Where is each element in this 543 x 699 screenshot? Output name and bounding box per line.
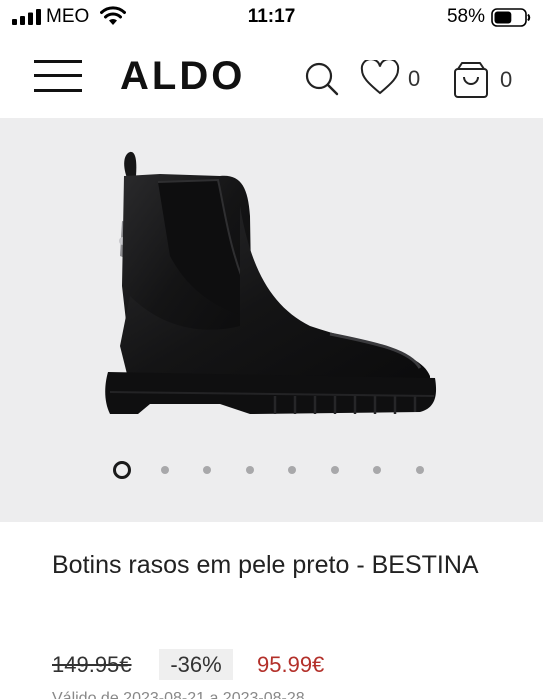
status-bar: MEO 11:17 58% — [0, 0, 543, 36]
gallery-dot-1[interactable] — [113, 461, 131, 479]
gallery-dot-5[interactable] — [288, 466, 296, 474]
gallery-pagination — [0, 458, 543, 482]
gallery-dot-2[interactable] — [161, 466, 169, 474]
product-image-boot[interactable] — [100, 146, 445, 418]
original-price: 149.95€ — [52, 652, 132, 677]
product-image-gallery[interactable] — [0, 118, 543, 522]
gallery-dot-6[interactable] — [331, 466, 339, 474]
gallery-dot-8[interactable] — [416, 466, 424, 474]
site-header: ALDO 0 0 — [0, 40, 543, 118]
gallery-dot-7[interactable] — [373, 466, 381, 474]
hamburger-menu-icon[interactable] — [34, 58, 82, 94]
cart-button[interactable]: 0 — [452, 60, 522, 100]
sale-price: 95.99€ — [257, 652, 325, 677]
promo-validity: Válido de 2023-08-21 a 2023-08-28 — [52, 690, 305, 699]
product-title: Botins rasos em pele preto - BESTINA — [52, 551, 479, 579]
search-icon[interactable] — [304, 61, 340, 97]
shopping-bag-icon — [454, 62, 488, 98]
discount-badge: -36% — [159, 649, 233, 680]
battery-icon — [491, 8, 531, 27]
gallery-dot-3[interactable] — [203, 466, 211, 474]
gallery-dot-4[interactable] — [246, 466, 254, 474]
wishlist-button[interactable]: 0 — [360, 60, 430, 96]
heart-icon — [360, 60, 400, 95]
battery-percent: 58% — [446, 6, 485, 27]
cart-count: 0 — [500, 67, 513, 92]
wishlist-count: 0 — [408, 66, 421, 91]
brand-logo[interactable]: ALDO — [120, 54, 245, 99]
